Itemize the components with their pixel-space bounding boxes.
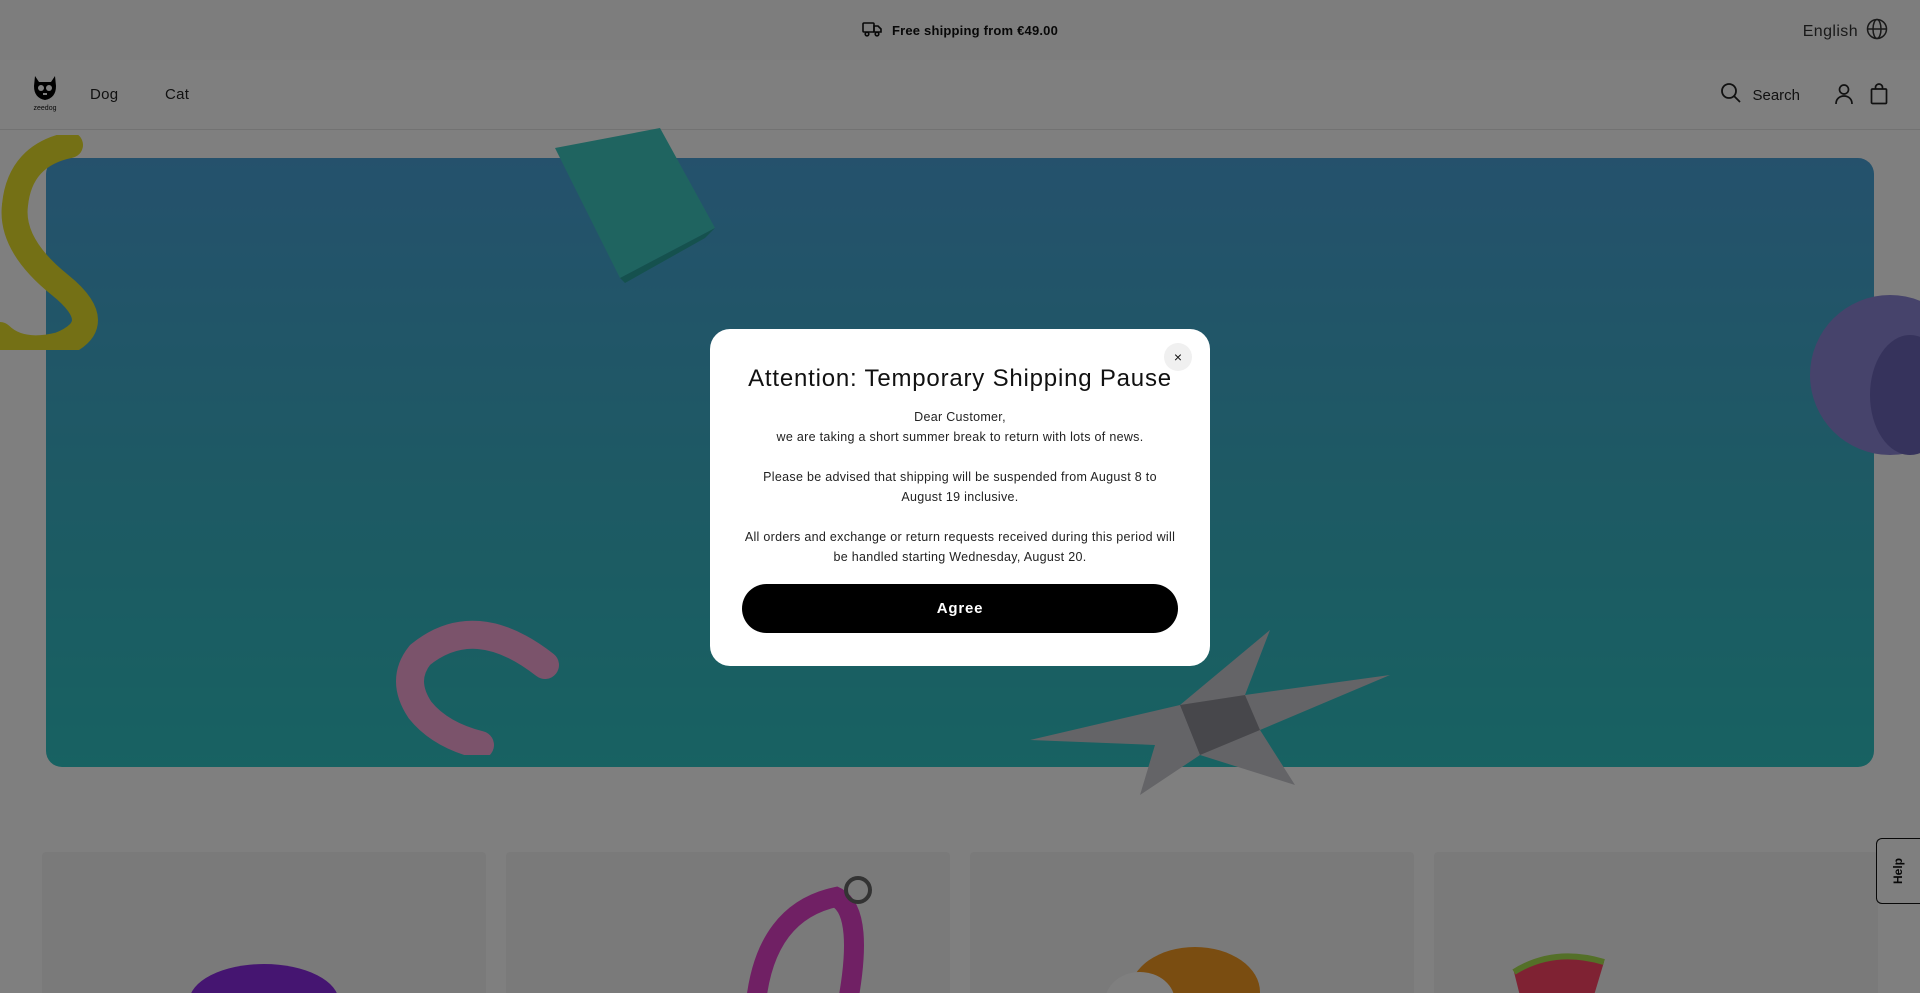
modal-line1: we are taking a short summer break to re… xyxy=(776,430,1144,444)
agree-button[interactable]: Agree xyxy=(742,584,1178,633)
shipping-pause-modal: × Attention: Temporary Shipping Pause De… xyxy=(710,329,1210,666)
modal-paragraph-2: Please be advised that shipping will be … xyxy=(763,470,1157,504)
close-icon: × xyxy=(1173,349,1183,365)
close-button[interactable]: × xyxy=(1164,343,1192,371)
modal-body: Dear Customer, we are taking a short sum… xyxy=(710,407,1210,567)
modal-greeting: Dear Customer, xyxy=(914,410,1006,424)
modal-title: Attention: Temporary Shipping Pause xyxy=(748,365,1172,392)
modal-paragraph-3: All orders and exchange or return reques… xyxy=(744,530,1176,564)
